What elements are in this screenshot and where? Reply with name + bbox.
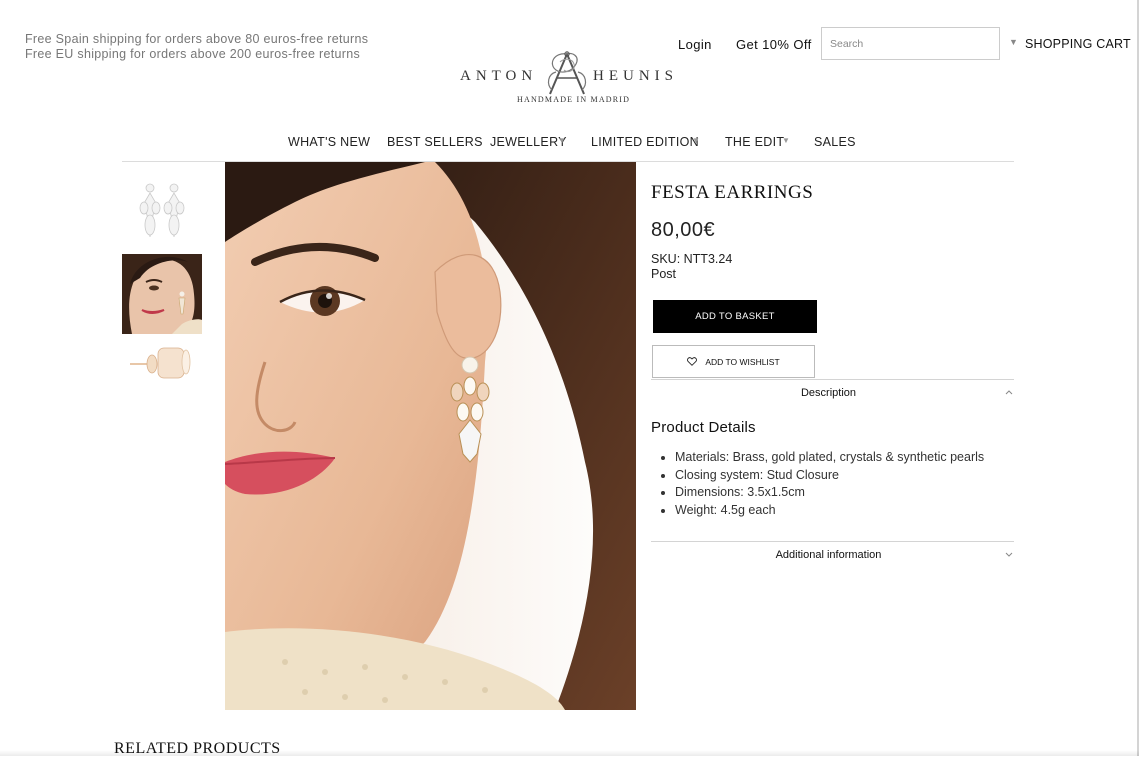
description-divider [651,379,1014,380]
list-item: Weight: 4.5g each [675,502,984,520]
earring-side-image [122,336,202,386]
logo-monogram-icon [547,51,587,95]
product-price: 80,00€ [651,219,716,241]
product-title: FESTA EARRINGS [651,182,814,203]
chevron-down-icon [1005,552,1013,557]
description-label: Description [800,387,857,399]
chevron-down-icon[interactable]: ▼ [692,136,700,145]
site-logo[interactable]: ANTON HEUNIS HANDMADE IN MADRID [456,50,686,108]
logo-tagline: HANDMADE IN MADRID [517,95,631,104]
nav-item-limited-edition[interactable]: LIMITED EDITION [591,135,699,149]
nav-item-sales[interactable]: SALES [814,135,856,149]
main-product-image[interactable] [225,162,636,710]
main-nav: WHAT'S NEW BEST SELLERS JEWELLERY ▼ LIMI… [0,135,1139,155]
thumbnail-earring-side[interactable] [122,336,202,386]
nav-item-best-sellers[interactable]: BEST SELLERS [387,135,483,149]
discount-link[interactable]: Get 10% Off [736,37,812,52]
chevron-up-icon [1005,390,1013,395]
product-details-title: Product Details [651,419,756,436]
nav-item-whats-new[interactable]: WHAT'S NEW [288,135,370,149]
additional-info-label: Additional information [775,549,882,561]
chevron-down-icon[interactable]: ▼ [558,136,566,145]
shipping-notice-spain: Free Spain shipping for orders above 80 … [25,32,369,46]
add-to-wishlist-label: ADD TO WISHLIST [705,356,780,367]
additional-info-accordion-header[interactable]: Additional information [651,543,1014,569]
shipping-notice: Free Spain shipping for orders above 80 … [25,32,368,61]
shipping-notice-eu: Free EU shipping for orders above 200 eu… [25,46,361,61]
nav-item-the-edit[interactable]: THE EDIT [725,135,784,149]
logo-brand-right: HEUNIS [593,68,678,84]
shopping-cart-link[interactable]: SHOPPING CART [1025,37,1131,51]
list-item: Dimensions: 3.5x1.5cm [675,484,984,502]
product-details-list: Materials: Brass, gold plated, crystals … [651,449,984,519]
additional-info-divider [651,541,1014,542]
description-accordion-header[interactable]: Description [651,381,1014,407]
logo-brand-left: ANTON [460,68,538,84]
heart-icon [687,357,698,366]
login-link[interactable]: Login [678,37,712,52]
shipping-method: Post [651,267,677,281]
chevron-down-icon[interactable]: ▼ [782,136,790,145]
add-to-basket-button[interactable]: ADD TO BASKET [653,300,817,333]
list-item: Materials: Brass, gold plated, crystals … [675,449,984,467]
list-item: Closing system: Stud Closure [675,467,984,485]
earrings-image [122,175,202,255]
product-sku: SKU: NTT3.24 [651,252,733,266]
model-image [122,254,202,334]
cart-chevron-down-icon[interactable]: ▼ [1009,37,1018,47]
scroll-shadow [0,750,1139,756]
add-to-wishlist-button[interactable]: ADD TO WISHLIST [652,345,815,378]
thumbnail-model-wearing[interactable] [122,254,202,334]
nav-item-jewellery[interactable]: JEWELLERY [490,135,567,149]
search-input[interactable] [821,27,1000,60]
model-image [225,162,636,710]
thumbnail-earrings-product[interactable] [122,175,202,255]
